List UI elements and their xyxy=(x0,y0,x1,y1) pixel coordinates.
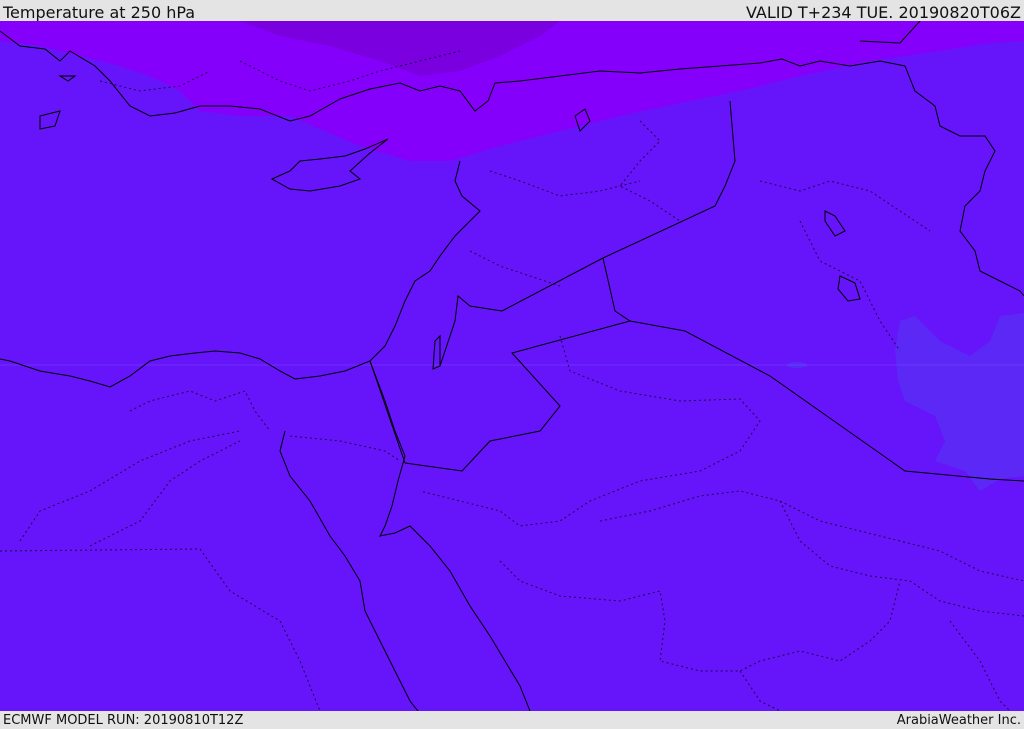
weather-map xyxy=(0,21,1024,711)
model-run-label: ECMWF MODEL RUN: 20190810T12Z xyxy=(3,713,244,728)
map-footer: ECMWF MODEL RUN: 20190810T12Z ArabiaWeat… xyxy=(0,711,1024,729)
map-title: Temperature at 250 hPa xyxy=(3,3,196,22)
map-header: Temperature at 250 hPa VALID T+234 TUE. … xyxy=(0,0,1024,22)
credit-label: ArabiaWeather Inc. xyxy=(896,713,1021,728)
valid-time: VALID T+234 TUE. 20190820T06Z xyxy=(745,3,1021,22)
map-canvas xyxy=(0,21,1024,711)
